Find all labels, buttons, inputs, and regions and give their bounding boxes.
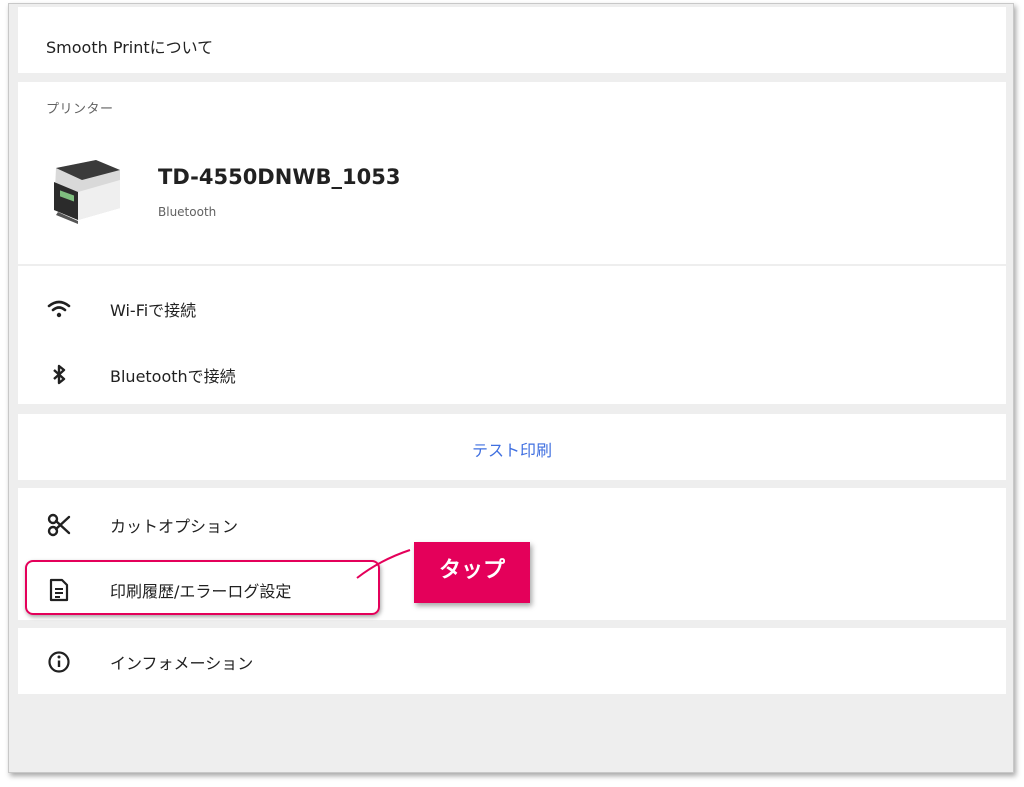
test-print-label: テスト印刷 [471,441,552,460]
information-item[interactable]: インフォメーション [18,628,1006,694]
bluetooth-connect-label: Bluetoothで接続 [110,367,236,386]
printer-section-label: プリンター [46,102,114,117]
connection-card: Wi-Fiで接続 Bluetoothで接続 [18,266,1006,404]
wifi-connect-item[interactable]: Wi-Fiで接続 [18,278,1006,338]
bluetooth-icon [53,364,66,385]
wifi-icon [47,300,71,318]
wifi-connect-label: Wi-Fiで接続 [110,301,197,320]
printer-image [54,160,120,224]
printer-card[interactable]: プリンター TD-4550DNWB_1053 Bluetooth [18,82,1006,264]
settings-screen: Smooth Printについて プリンター TD-4550DNWB_1053 … [8,3,1014,773]
tap-highlight-box [25,560,380,615]
printer-connection-type: Bluetooth [158,205,217,219]
scissors-icon [47,513,71,537]
information-row: インフォメーション [18,631,1006,691]
information-label: インフォメーション [110,654,254,673]
test-print-button[interactable]: テスト印刷 [18,414,1006,480]
tap-callout-text: タップ [438,558,505,583]
cut-option-label: カットオプション [110,517,239,536]
tap-callout: タップ [414,542,530,603]
info-icon [48,651,70,673]
about-item[interactable]: Smooth Printについて [18,7,1006,73]
printer-name: TD-4550DNWB_1053 [158,165,401,189]
bluetooth-connect-item[interactable]: Bluetoothで接続 [18,344,1006,404]
about-label: Smooth Printについて [46,38,214,57]
